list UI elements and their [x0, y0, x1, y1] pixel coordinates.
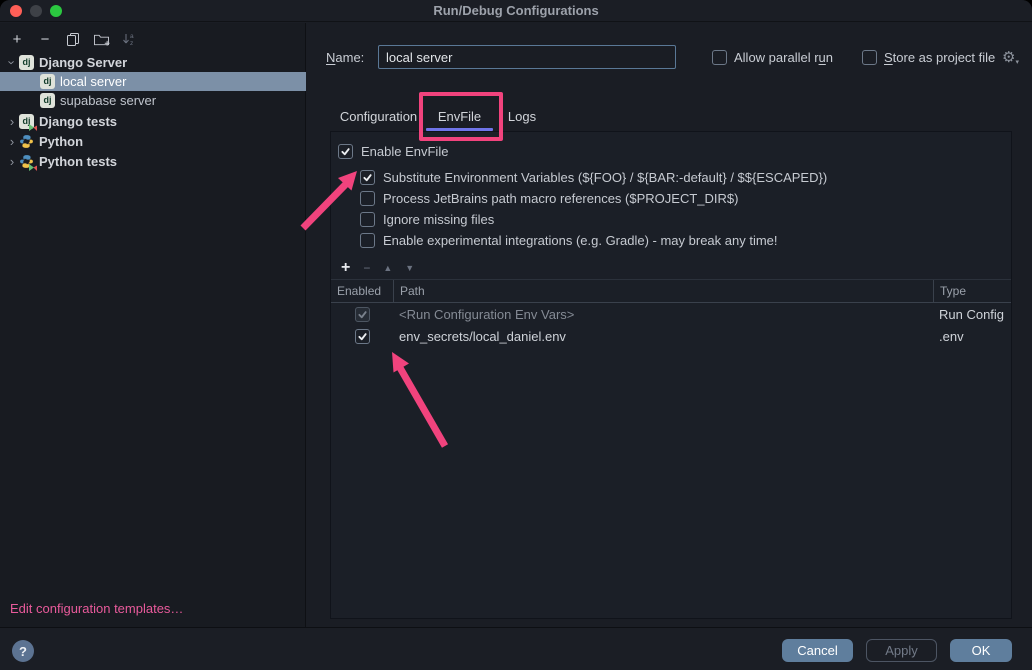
tree-item-local-server[interactable]: dj local server: [0, 72, 306, 91]
remove-configuration-icon[interactable]: −: [36, 30, 54, 48]
tree-item-supabase-server[interactable]: dj supabase server: [0, 91, 306, 110]
python-tests-icon: [19, 154, 34, 169]
chevron-collapsed-icon[interactable]: ›: [5, 154, 19, 169]
new-folder-icon[interactable]: [92, 30, 110, 48]
enable-envfile-checkbox[interactable]: Enable EnvFile: [338, 141, 1011, 162]
window-title: Run/Debug Configurations: [0, 3, 1032, 18]
name-input[interactable]: [378, 45, 676, 69]
checkbox: [355, 307, 370, 322]
allow-parallel-run-checkbox[interactable]: Allow parallel run: [712, 49, 833, 65]
django-icon: dj: [40, 74, 55, 89]
name-label: Name:: [326, 50, 364, 65]
add-configuration-icon[interactable]: +: [8, 30, 26, 48]
column-header-type: Type: [933, 280, 1011, 302]
tab-configuration[interactable]: Configuration: [330, 104, 427, 131]
checkbox[interactable]: [338, 144, 353, 159]
experimental-integrations-checkbox[interactable]: Enable experimental integrations (e.g. G…: [360, 230, 1011, 251]
add-env-file-icon[interactable]: +: [341, 259, 350, 277]
move-up-icon[interactable]: ▲: [383, 263, 392, 273]
store-settings-gear-icon[interactable]: ⚙▾: [1002, 48, 1019, 66]
tree-item-python-tests[interactable]: › Python tests: [0, 152, 306, 171]
apply-button[interactable]: Apply: [866, 639, 937, 662]
run-debug-configurations-dialog: Run/Debug Configurations + − az › dj Dja…: [0, 0, 1032, 670]
table-toolbar: + − ▲ ▼: [331, 257, 1011, 280]
tree-item-python[interactable]: › Python: [0, 132, 306, 151]
checkbox[interactable]: [360, 233, 375, 248]
checkbox[interactable]: [355, 329, 370, 344]
column-header-enabled: Enabled: [331, 280, 393, 302]
remove-env-file-icon[interactable]: −: [363, 261, 370, 275]
chevron-collapsed-icon[interactable]: ›: [5, 114, 19, 129]
checkbox[interactable]: [360, 170, 375, 185]
process-path-macro-checkbox[interactable]: Process JetBrains path macro references …: [360, 188, 1011, 209]
sidebar-toolbar: + − az: [0, 28, 138, 50]
ok-button[interactable]: OK: [950, 639, 1012, 662]
tab-envfile[interactable]: EnvFile: [426, 104, 493, 131]
edit-configuration-templates-link[interactable]: Edit configuration templates…: [10, 601, 183, 616]
chevron-collapsed-icon[interactable]: ›: [5, 134, 19, 149]
table-header: Enabled Path Type: [331, 280, 1011, 303]
env-files-table: + − ▲ ▼ Enabled Path Type <Run Configura…: [331, 257, 1011, 347]
svg-text:a: a: [130, 33, 134, 40]
svg-text:z: z: [130, 40, 133, 47]
tab-logs[interactable]: Logs: [500, 104, 544, 131]
checkbox[interactable]: [360, 191, 375, 206]
configurations-sidebar: + − az › dj Django Server dj local serve…: [0, 23, 306, 627]
checkbox[interactable]: [360, 212, 375, 227]
django-icon: dj: [19, 55, 34, 70]
table-row-env-secrets[interactable]: env_secrets/local_daniel.env .env: [331, 325, 1011, 347]
titlebar: Run/Debug Configurations: [0, 0, 1032, 22]
chevron-expanded-icon[interactable]: ›: [5, 56, 20, 70]
envfile-tab-panel: Enable EnvFile Substitute Environment Va…: [330, 131, 1012, 619]
help-button[interactable]: ?: [12, 640, 34, 662]
ignore-missing-files-checkbox[interactable]: Ignore missing files: [360, 209, 1011, 230]
column-header-path: Path: [393, 280, 933, 302]
django-tests-icon: dj: [19, 114, 34, 129]
table-row-run-config-env-vars[interactable]: <Run Configuration Env Vars> Run Config: [331, 303, 1011, 325]
tree-item-django-server[interactable]: › dj Django Server: [0, 53, 306, 72]
python-icon: [19, 134, 34, 149]
django-icon: dj: [40, 93, 55, 108]
tree-item-django-tests[interactable]: › dj Django tests: [0, 112, 306, 131]
cancel-button[interactable]: Cancel: [782, 639, 853, 662]
substitute-env-vars-checkbox[interactable]: Substitute Environment Variables (${FOO}…: [360, 167, 1011, 188]
checkbox[interactable]: [712, 50, 727, 65]
copy-configuration-icon[interactable]: [64, 30, 82, 48]
store-as-project-file-checkbox[interactable]: Store as project file: [862, 49, 995, 65]
checkbox[interactable]: [862, 50, 877, 65]
sort-configurations-icon[interactable]: az: [120, 30, 138, 48]
move-down-icon[interactable]: ▼: [405, 263, 414, 273]
